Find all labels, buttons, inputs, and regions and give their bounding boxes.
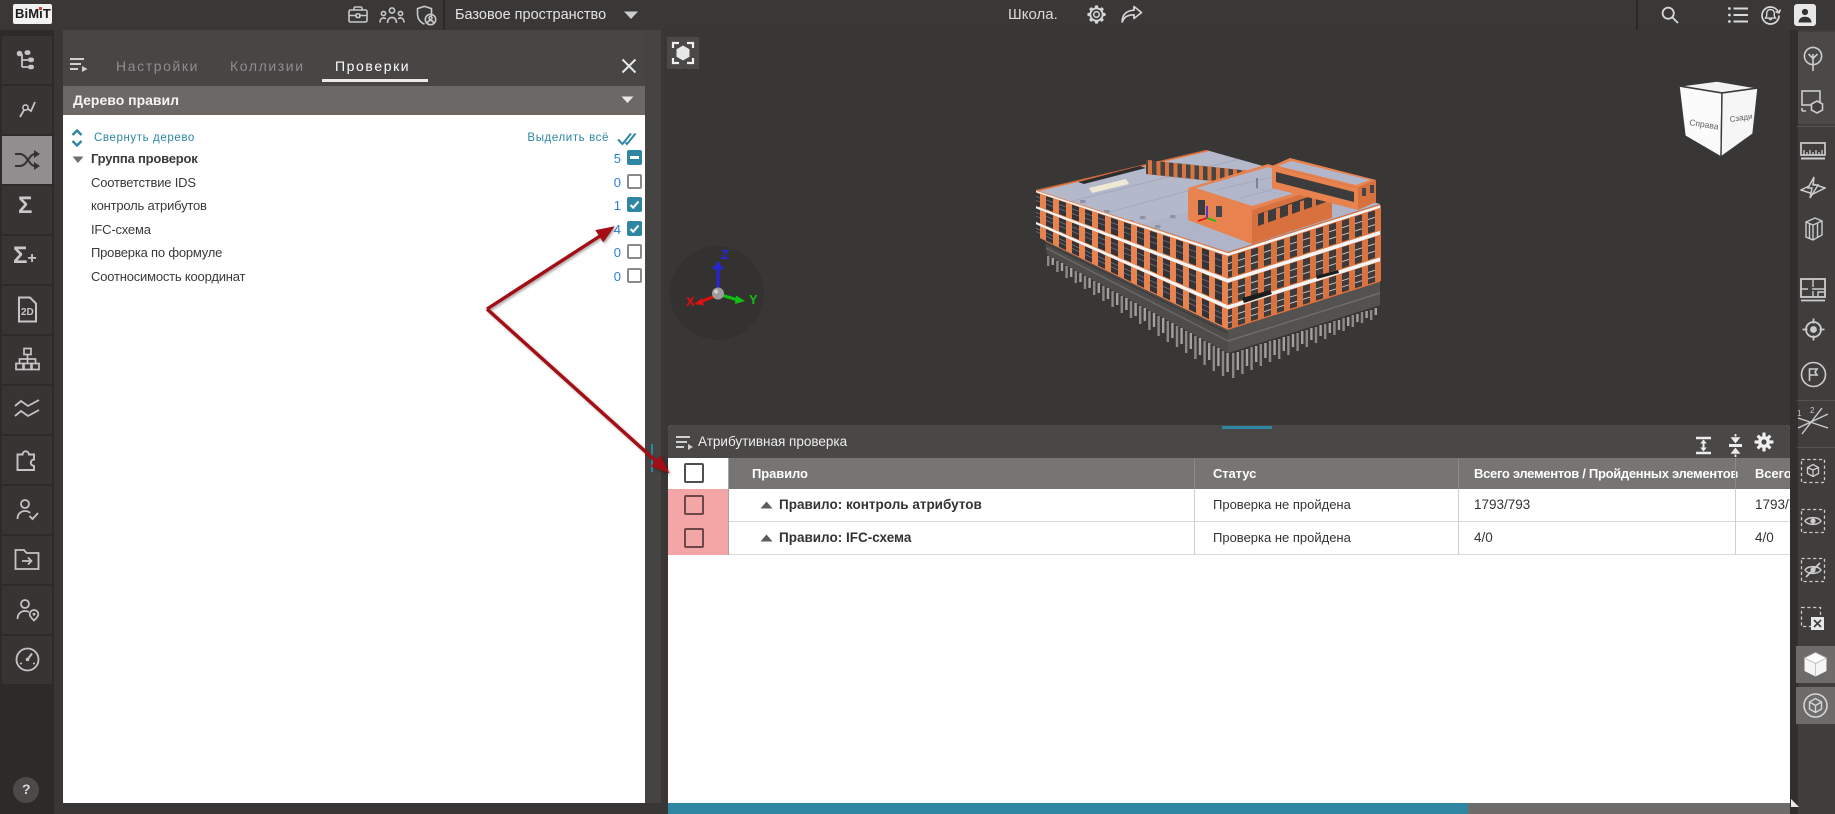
- svg-text:Z: Z: [721, 247, 729, 262]
- svg-text:2D: 2D: [21, 307, 34, 318]
- svg-text:2: 2: [1810, 406, 1815, 415]
- svg-text:Y: Y: [749, 292, 758, 307]
- svg-text:1: 1: [1797, 409, 1802, 418]
